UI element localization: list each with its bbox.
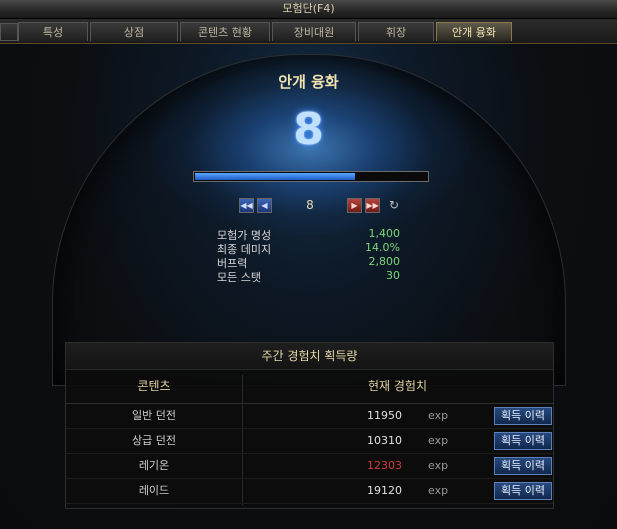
table-row: 레기온 12303 exp 획득 이력 bbox=[66, 454, 553, 479]
row-content: 일반 던전 bbox=[132, 409, 176, 422]
stat-label: 모든 스탯 bbox=[217, 271, 261, 284]
fusion-progress-fill bbox=[195, 173, 355, 180]
row-exp: 19120 bbox=[367, 484, 402, 497]
first-level-button[interactable]: ◀◀ bbox=[239, 198, 254, 213]
stat-row: 최종 데미지 14.0% bbox=[217, 241, 400, 256]
column-header-content: 콘텐츠 bbox=[137, 379, 171, 393]
tab-mist-fusion[interactable]: 안개 융화 bbox=[436, 22, 512, 41]
table-row: 일반 던전 11950 exp 획득 이력 bbox=[66, 404, 553, 429]
history-button[interactable]: 획득 이력 bbox=[494, 432, 552, 450]
tab-bar: 특성 상점 콘텐츠 현황 장비대원 휘장 안개 융화 bbox=[0, 19, 617, 61]
tab-shop[interactable]: 상점 bbox=[90, 22, 178, 41]
next-level-button[interactable]: ▶ bbox=[347, 198, 362, 213]
prev-level-button[interactable]: ◀ bbox=[257, 198, 272, 213]
refresh-icon[interactable]: ↻ bbox=[387, 198, 401, 213]
row-content: 레이드 bbox=[138, 484, 170, 497]
fusion-progress-bar bbox=[193, 171, 429, 182]
row-unit: exp bbox=[428, 484, 449, 497]
stat-row: 모든 스탯 30 bbox=[217, 269, 400, 284]
history-button[interactable]: 획득 이력 bbox=[494, 482, 552, 500]
column-header-exp: 현재 경험치 bbox=[367, 379, 427, 393]
weekly-exp-table: 주간 경험치 획득량 콘텐츠 현재 경험치 일반 던전 11950 exp 획득… bbox=[65, 342, 554, 509]
tab-traits[interactable]: 특성 bbox=[18, 22, 88, 41]
row-exp: 12303 bbox=[367, 459, 402, 472]
table-row: 상급 던전 10310 exp 획득 이력 bbox=[66, 429, 553, 454]
stat-value: 14.0% bbox=[365, 241, 400, 254]
tab-equipment-members[interactable]: 장비대원 bbox=[272, 22, 356, 41]
last-level-button[interactable]: ▶▶ bbox=[365, 198, 380, 213]
row-exp: 10310 bbox=[367, 434, 402, 447]
row-content: 레기온 bbox=[138, 459, 170, 472]
row-content: 상급 던전 bbox=[132, 434, 176, 447]
panel-title: 안개 융화 bbox=[278, 73, 339, 91]
weekly-exp-title: 주간 경험치 획득량 bbox=[66, 343, 553, 370]
stat-value: 2,800 bbox=[368, 255, 401, 268]
row-exp: 11950 bbox=[367, 409, 402, 422]
row-unit: exp bbox=[428, 409, 449, 422]
stat-row: 버프력 2,800 bbox=[217, 255, 401, 270]
stat-value: 1,400 bbox=[368, 227, 401, 240]
tab-content-status[interactable]: 콘텐츠 현황 bbox=[180, 22, 270, 41]
history-button[interactable]: 획득 이력 bbox=[494, 457, 552, 475]
row-unit: exp bbox=[428, 434, 449, 447]
fusion-level: 8 bbox=[293, 104, 324, 155]
main-panel: 안개 융화 8 ◀◀ ◀ 8 ▶ ▶▶ ↻ 모험가 명성 1,400 최종 데미… bbox=[0, 44, 617, 529]
window-title: 모험단(F4) bbox=[0, 0, 617, 19]
stat-value: 30 bbox=[386, 269, 400, 282]
stat-row: 모험가 명성 1,400 bbox=[217, 227, 401, 242]
table-row: 레이드 19120 exp 획득 이력 bbox=[66, 479, 553, 504]
tab-stub[interactable] bbox=[0, 23, 18, 41]
row-unit: exp bbox=[428, 459, 449, 472]
history-button[interactable]: 획득 이력 bbox=[494, 407, 552, 425]
tab-emblem[interactable]: 휘장 bbox=[358, 22, 434, 41]
selected-level: 8 bbox=[306, 198, 314, 212]
